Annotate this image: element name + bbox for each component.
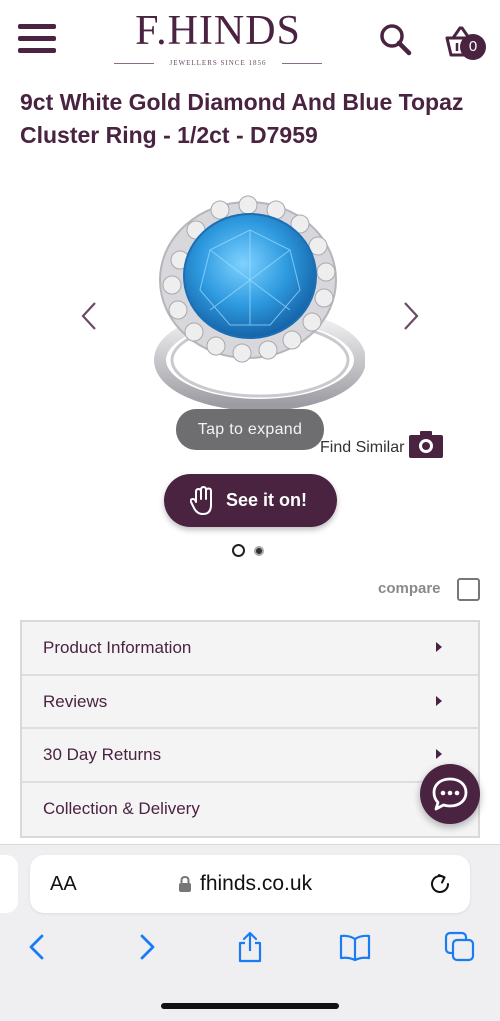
chat-button[interactable]	[420, 764, 480, 824]
previous-tab-edge[interactable]	[0, 855, 18, 913]
bookmarks-icon[interactable]	[339, 931, 371, 963]
tap-to-expand-button[interactable]: Tap to expand	[176, 409, 324, 450]
caret-right-icon	[436, 695, 442, 706]
find-similar-label: Find Similar	[320, 439, 405, 456]
compare-label: compare	[378, 580, 441, 597]
logo-wordmark: F.HINDS	[135, 8, 301, 54]
text-size-button[interactable]: AA	[50, 855, 77, 913]
site-header: F.HINDS JEWELLERS SINCE 1856 0	[0, 0, 500, 80]
caret-right-icon	[436, 642, 442, 652]
accordion-label: Collection & Delivery	[43, 798, 200, 818]
basket-count-badge: 0	[460, 34, 486, 60]
previous-image-arrow-icon[interactable]	[77, 300, 101, 332]
product-title: 9ct White Gold Diamond And Blue Topaz Cl…	[20, 89, 464, 148]
gallery-dot-1[interactable]	[232, 544, 245, 557]
share-icon[interactable]	[234, 931, 266, 963]
tabs-icon[interactable]	[444, 931, 476, 963]
accordion-reviews[interactable]: Reviews	[22, 676, 478, 729]
basket-button[interactable]: 0	[444, 22, 488, 60]
reload-icon[interactable]	[428, 872, 452, 896]
camera-icon	[409, 431, 443, 458]
lock-icon	[179, 875, 191, 892]
search-icon[interactable]	[378, 22, 412, 56]
site-logo[interactable]: F.HINDS JEWELLERS SINCE 1856	[110, 8, 326, 70]
accordion-label: Reviews	[43, 691, 108, 711]
accordion-30-day-returns[interactable]: 30 Day Returns	[22, 729, 478, 783]
accordion-collection-delivery[interactable]: Collection & Delivery	[22, 783, 478, 837]
see-it-on-label: See it on!	[226, 490, 308, 510]
product-details-accordion: Product Information Reviews 30 Day Retur…	[20, 620, 480, 838]
caret-right-icon	[436, 749, 442, 759]
see-it-on-button[interactable]: See it on!	[164, 474, 337, 527]
browser-toolbar: AA fhinds.co.uk	[0, 844, 500, 1021]
accordion-label: 30 Day Returns	[43, 745, 162, 764]
next-image-arrow-icon[interactable]	[399, 300, 423, 332]
gallery-pagination	[232, 544, 272, 558]
chat-bubble-icon	[432, 777, 468, 811]
hand-icon	[190, 486, 212, 515]
gallery-dot-2[interactable]	[254, 546, 264, 556]
compare-checkbox[interactable]	[457, 578, 480, 601]
address-bar[interactable]: AA fhinds.co.uk	[30, 855, 470, 913]
forward-icon[interactable]	[130, 931, 162, 963]
home-indicator[interactable]	[161, 1003, 339, 1009]
accordion-product-information[interactable]: Product Information	[22, 622, 478, 676]
product-image[interactable]	[150, 190, 365, 420]
accordion-label: Product Information	[43, 638, 192, 657]
back-icon[interactable]	[22, 931, 54, 963]
url-text: fhinds.co.uk	[200, 872, 313, 895]
product-gallery[interactable]	[0, 180, 500, 440]
menu-icon[interactable]	[18, 24, 56, 54]
